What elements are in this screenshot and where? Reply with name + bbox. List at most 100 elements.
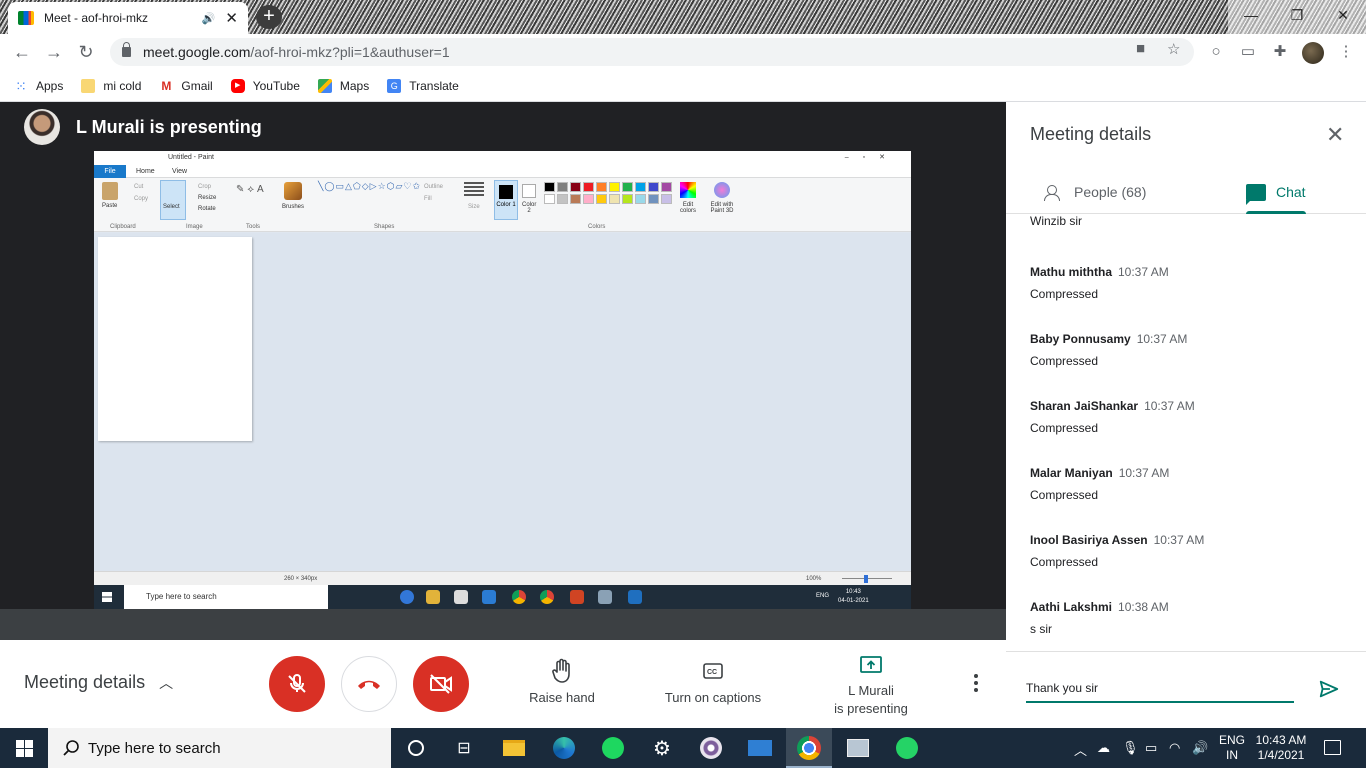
select-tool-icon [160, 180, 186, 220]
presenter-avatar [24, 109, 60, 145]
media-player-icon[interactable] [699, 736, 723, 760]
remote-explorer-icon [426, 590, 440, 604]
lock-icon[interactable] [122, 42, 131, 57]
tab-people[interactable]: People (68) [1044, 170, 1146, 214]
spotify-icon[interactable] [601, 736, 625, 760]
chat-input[interactable] [1026, 675, 1294, 703]
remote-taskbar: Type here to search ENG 10:43 04-01-2021 [94, 585, 911, 609]
taskbar-search[interactable]: Type here to search [48, 728, 391, 768]
close-tab-icon[interactable]: ✕ [225, 9, 238, 27]
bookmark-apps[interactable]: ⁙ Apps [14, 79, 63, 93]
send-icon[interactable] [1318, 678, 1340, 700]
captions-button[interactable]: CC Turn on captions [660, 658, 766, 705]
paint-menu-bar: File Home View [94, 165, 911, 178]
hangup-icon [358, 680, 380, 689]
forward-arrow-icon[interactable]: → [42, 40, 66, 64]
panel-title: Meeting details [1030, 124, 1152, 144]
palette-swatch [661, 194, 672, 204]
restore-icon[interactable]: ❐ [1274, 0, 1320, 34]
bookmark-translate[interactable]: G Translate [387, 78, 459, 93]
active-tab-indicator [1246, 211, 1306, 214]
windows-start-icon[interactable] [16, 740, 33, 757]
browser-tab-strip: Meet - aof-hroi-mkz 🔊 ✕ + — ❐ ✕ [0, 0, 1366, 34]
reload-icon[interactable]: ↻ [74, 40, 98, 64]
bookmark-star-icon[interactable]: ☆ [1167, 40, 1180, 58]
remote-start-icon [102, 592, 112, 602]
paint-app-icon[interactable] [846, 736, 870, 760]
presentation-stage: L Murali is presenting Untitled - Paint … [0, 102, 1006, 640]
remote-search-box: Type here to search [124, 585, 328, 609]
bookmark-maps[interactable]: Maps [317, 78, 369, 93]
shapes-gallery-icon: ╲◯▭△⬠◇▷☆⬡▱♡✩ [318, 181, 422, 191]
bookmark-mi-cold[interactable]: mi cold [81, 78, 141, 93]
remote-paint-icon [598, 590, 612, 604]
onedrive-cloud-icon[interactable]: ☁ [1097, 740, 1110, 756]
whatsapp-icon[interactable] [895, 736, 919, 760]
file-explorer-icon[interactable] [502, 736, 526, 760]
input-language[interactable]: ENG IN [1219, 733, 1245, 763]
presenting-button[interactable]: L Murali is presenting [826, 652, 916, 718]
shared-screen: Untitled - Paint –▫✕ File Home View Past… [94, 151, 911, 609]
more-options-icon[interactable] [966, 672, 986, 696]
gmail-icon: M [161, 78, 172, 93]
remote-edge-icon [400, 590, 414, 604]
paint-status-bar: 260 × 340px 100% [94, 571, 911, 585]
taskbar-clock[interactable]: 10:43 AM 1/4/2021 [1252, 733, 1310, 763]
notification-center-icon[interactable] [1324, 740, 1341, 755]
panel-tabs: People (68) Chat [1006, 170, 1366, 214]
cast-icon[interactable]: ▭ [1238, 42, 1258, 62]
speaker-icon[interactable]: 🔊 [202, 12, 216, 25]
remote-clock: 10:43 04-01-2021 [838, 589, 869, 604]
minimize-icon[interactable]: — [1228, 0, 1274, 34]
palette-swatch [570, 194, 581, 204]
chrome-icon [797, 736, 821, 760]
settings-gear-icon[interactable]: ⚙ [650, 736, 674, 760]
new-tab-button[interactable]: + [256, 5, 282, 29]
edge-icon[interactable] [552, 736, 576, 760]
back-arrow-icon[interactable]: ← [10, 40, 34, 64]
menu-kebab-icon[interactable]: ⋮ [1336, 42, 1356, 62]
camera-toggle-button[interactable] [413, 656, 469, 712]
folder-icon [81, 78, 96, 93]
paint-menu-file: File [94, 165, 126, 178]
palette-swatch [635, 182, 646, 192]
camera-indicator-icon[interactable]: ■ [1136, 40, 1145, 57]
remote-chrome2-icon [540, 590, 554, 604]
bookmark-youtube[interactable]: ▶ YouTube [230, 78, 300, 93]
chat-message: Mathu miththa 10:37 AM Compressed [1030, 265, 1169, 301]
meeting-details-panel: Meeting details ✕ People (68) Chat Winzi… [1006, 102, 1366, 728]
mail-icon[interactable] [748, 736, 772, 760]
paste-icon [102, 182, 118, 200]
tray-chevron-up-icon[interactable]: ︿ [1074, 740, 1087, 759]
volume-icon[interactable]: 🔊 [1192, 740, 1208, 756]
hangup-button[interactable] [341, 656, 397, 712]
profile-avatar[interactable] [1302, 42, 1324, 64]
paint-menu-home: Home [136, 168, 155, 175]
chat-message: Malar Maniyan 10:37 AM Compressed [1030, 466, 1170, 502]
palette-swatch [596, 194, 607, 204]
chat-message: Aathi Lakshmi 10:38 AM s sir [1030, 600, 1169, 636]
chrome-taskbar-button[interactable] [786, 728, 832, 768]
extensions-puzzle-icon[interactable]: ✚ [1270, 42, 1290, 62]
color2-swatch [522, 184, 536, 198]
browser-tab[interactable]: Meet - aof-hroi-mkz 🔊 ✕ [8, 2, 248, 34]
wifi-icon[interactable]: ◠ [1169, 740, 1180, 756]
mic-toggle-button[interactable] [269, 656, 325, 712]
battery-icon[interactable]: ▭ [1145, 740, 1157, 756]
tab-chat[interactable]: Chat [1246, 170, 1306, 214]
close-icon[interactable]: ✕ [1326, 124, 1344, 146]
cortana-icon[interactable] [404, 736, 428, 760]
extension-circle-icon[interactable]: ○ [1206, 42, 1226, 62]
paint3d-icon [714, 182, 730, 198]
microphone-tray-icon[interactable]: 🎙 [1122, 740, 1139, 756]
address-bar[interactable]: meet.google.com/aof-hroi-mkz?pli=1&authu… [110, 38, 1194, 66]
bookmark-gmail[interactable]: M Gmail [159, 79, 212, 93]
paint-menu-view: View [172, 168, 188, 175]
close-window-icon[interactable]: ✕ [1320, 0, 1366, 34]
meeting-details-button[interactable]: Meeting details ︿ [24, 672, 173, 693]
chat-message: Inool Basiriya Assen 10:37 AM Compressed [1030, 533, 1205, 569]
meet-favicon-icon [18, 11, 34, 25]
raise-hand-button[interactable]: Raise hand [528, 658, 596, 705]
task-view-icon[interactable]: ⊟ [452, 736, 476, 760]
chat-composer [1006, 651, 1366, 728]
